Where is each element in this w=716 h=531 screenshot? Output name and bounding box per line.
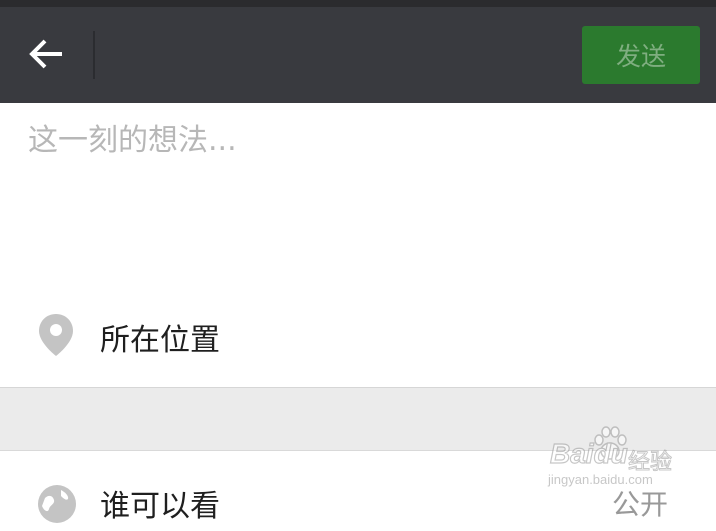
baidu-jingyan-watermark: Baidu 经验 jingyan.baidu.com — [546, 424, 686, 492]
send-button[interactable]: 发送 — [582, 26, 700, 84]
globe-icon — [38, 485, 76, 523]
back-button[interactable] — [22, 32, 70, 76]
top-bar: 发送 — [0, 7, 716, 103]
watermark-url: jingyan.baidu.com — [548, 472, 653, 487]
post-text-input[interactable] — [28, 121, 688, 271]
compose-area — [0, 103, 716, 283]
arrow-left-icon — [29, 39, 62, 69]
location-pin-icon — [39, 314, 73, 356]
topbar-divider — [93, 31, 95, 79]
watermark-logo-text: Baidu — [549, 437, 628, 469]
location-label: 所在位置 — [100, 323, 220, 358]
status-strip — [0, 0, 716, 7]
visibility-label: 谁可以看 — [100, 489, 220, 524]
location-row[interactable]: 所在位置 — [0, 283, 716, 387]
